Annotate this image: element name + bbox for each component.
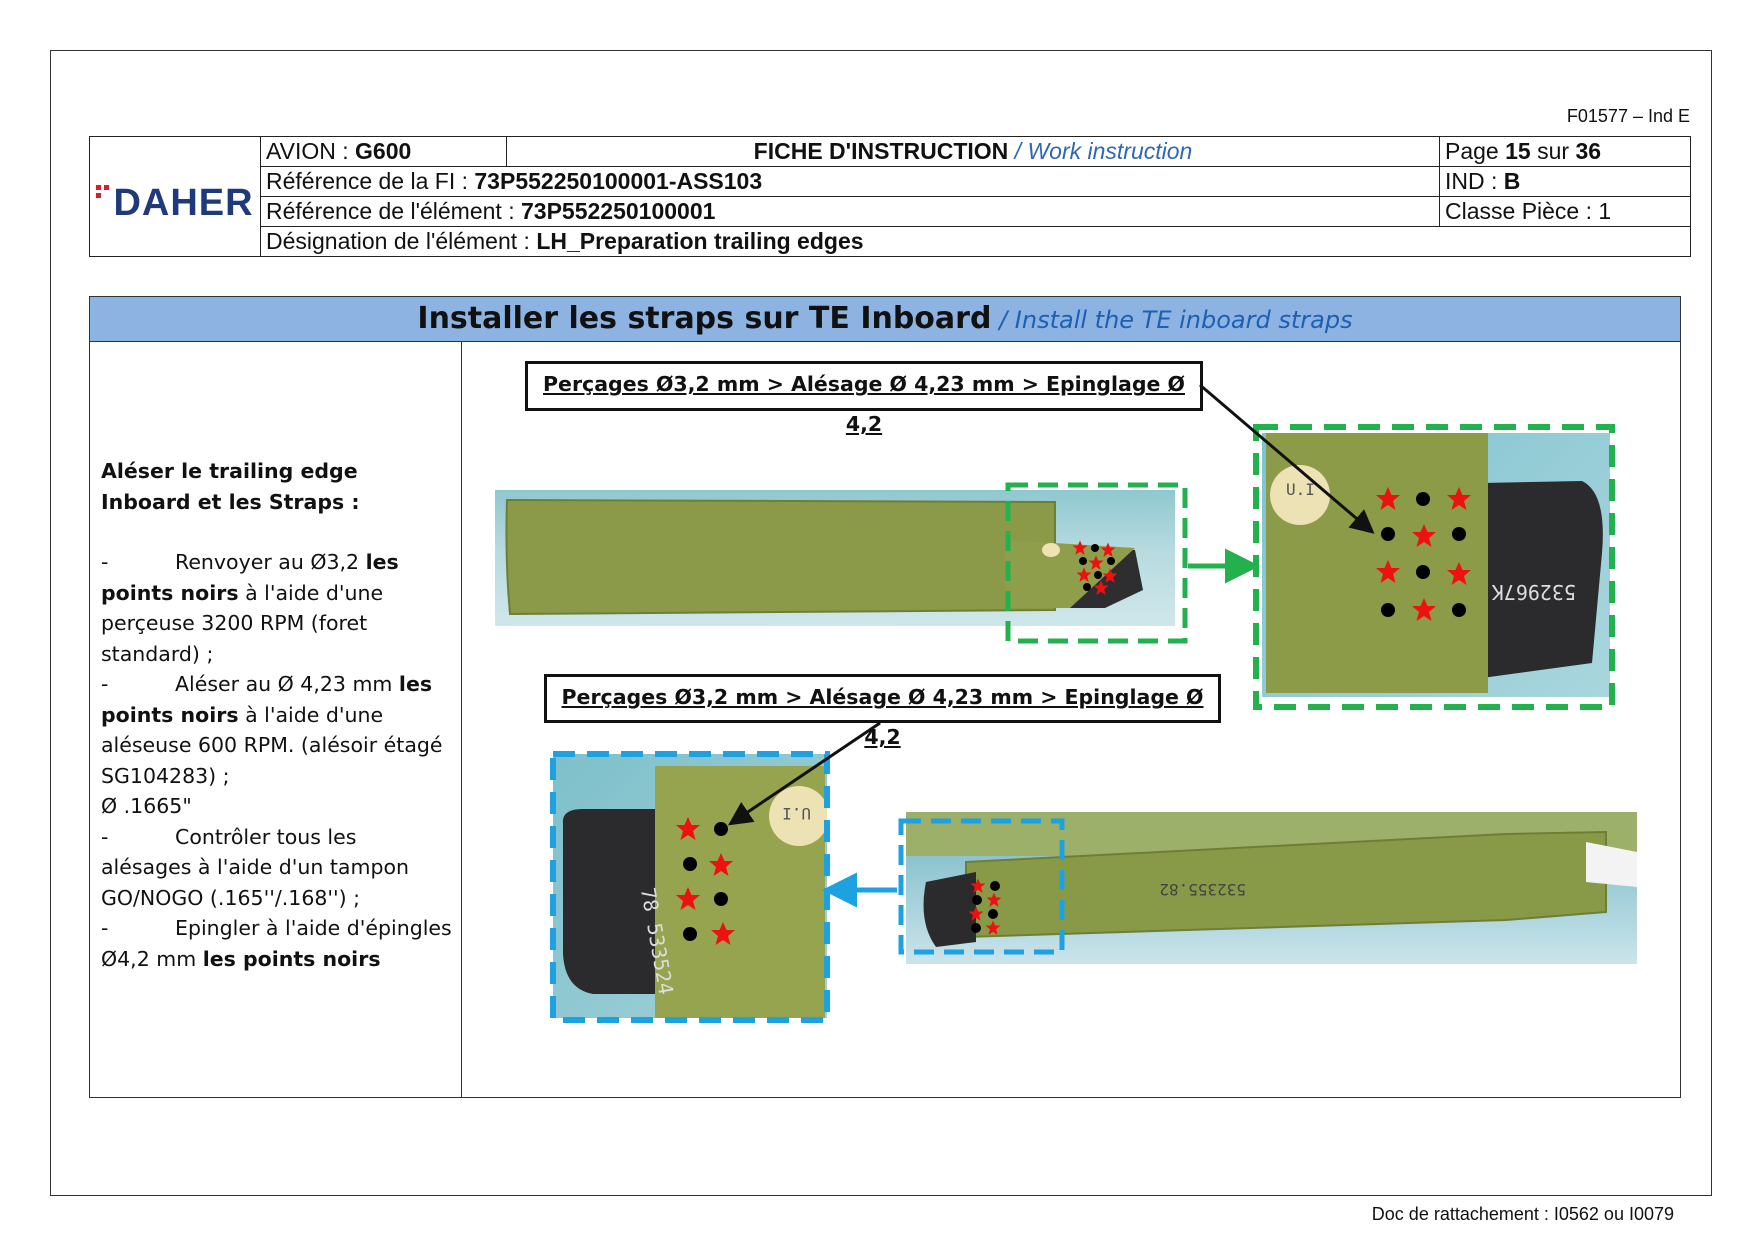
avion-cell: AVION : G600 xyxy=(260,136,507,167)
step-3: - Contrôler tous les alésages à l'aide d'… xyxy=(101,824,410,910)
classe-piece: Classe Pièce : 1 xyxy=(1439,196,1691,227)
logo-text: DAHER xyxy=(113,181,254,224)
title-en: / Work instruction xyxy=(1008,138,1193,164)
avion-value: G600 xyxy=(355,138,412,164)
callout-bottom: Perçages Ø3,2 mm > Alésage Ø 4,23 mm > E… xyxy=(544,674,1221,749)
daher-logo: DAHER xyxy=(96,182,253,225)
instruction-column: Aléser le trailing edge Inboard et les S… xyxy=(90,341,462,1097)
step-2-diameter: Ø .1665" xyxy=(101,794,192,818)
ui-label-top: U.I xyxy=(1286,480,1315,499)
photo-trailing-edge-top xyxy=(495,490,1175,626)
header-table: DAHER AVION : G600 FICHE D'INSTRUCTION /… xyxy=(89,136,1691,257)
instruction-text: Aléser le trailing edge Inboard et les S… xyxy=(101,456,453,974)
designation: Désignation de l'élément : LH_Preparatio… xyxy=(260,226,1691,257)
serial-top: 532967K xyxy=(1492,580,1576,604)
instruction-heading: Aléser le trailing edge Inboard et les S… xyxy=(101,459,360,514)
logo-cell: DAHER xyxy=(89,136,261,257)
ref-fi: Référence de la FI : 73P552250100001-ASS… xyxy=(260,166,1440,197)
ind: IND : B xyxy=(1439,166,1691,197)
photo-strap-zoom-bottom: U.I 78 533524 xyxy=(553,754,827,1018)
step-4: - Epingler à l'aide d'épingles Ø4,2 mm le… xyxy=(101,916,452,971)
serial-long: 532355.82 xyxy=(1159,880,1246,899)
callout-top: Perçages Ø3,2 mm > Alésage Ø 4,23 mm > E… xyxy=(525,361,1203,436)
logo-dots-icon xyxy=(96,184,110,198)
form-code: F01577 – Ind E xyxy=(1566,106,1690,126)
title-fr: FICHE D'INSTRUCTION xyxy=(753,138,1009,164)
doc-title: FICHE D'INSTRUCTION / Work instruction xyxy=(506,136,1440,167)
step-1: - Renvoyer au Ø3,2 les points noirs à l'a… xyxy=(101,550,399,666)
step-2: - Aléser au Ø 4,23 mm les points noirs à … xyxy=(101,672,443,788)
photo-trailing-edge-bottom: 532355.82 xyxy=(906,812,1637,964)
section-title: Installer les straps sur TE Inboard / In… xyxy=(90,297,1680,342)
footer-reference: Doc de rattachement : I0562 ou I0079 xyxy=(1371,1204,1674,1224)
photo-strap-zoom-top: U.I 532967K xyxy=(1262,433,1610,697)
page-number: Page 15 sur 36 xyxy=(1439,136,1691,167)
ref-element: Référence de l'élément : 73P552250100001 xyxy=(260,196,1440,227)
ui-label-bottom: U.I xyxy=(782,804,811,823)
